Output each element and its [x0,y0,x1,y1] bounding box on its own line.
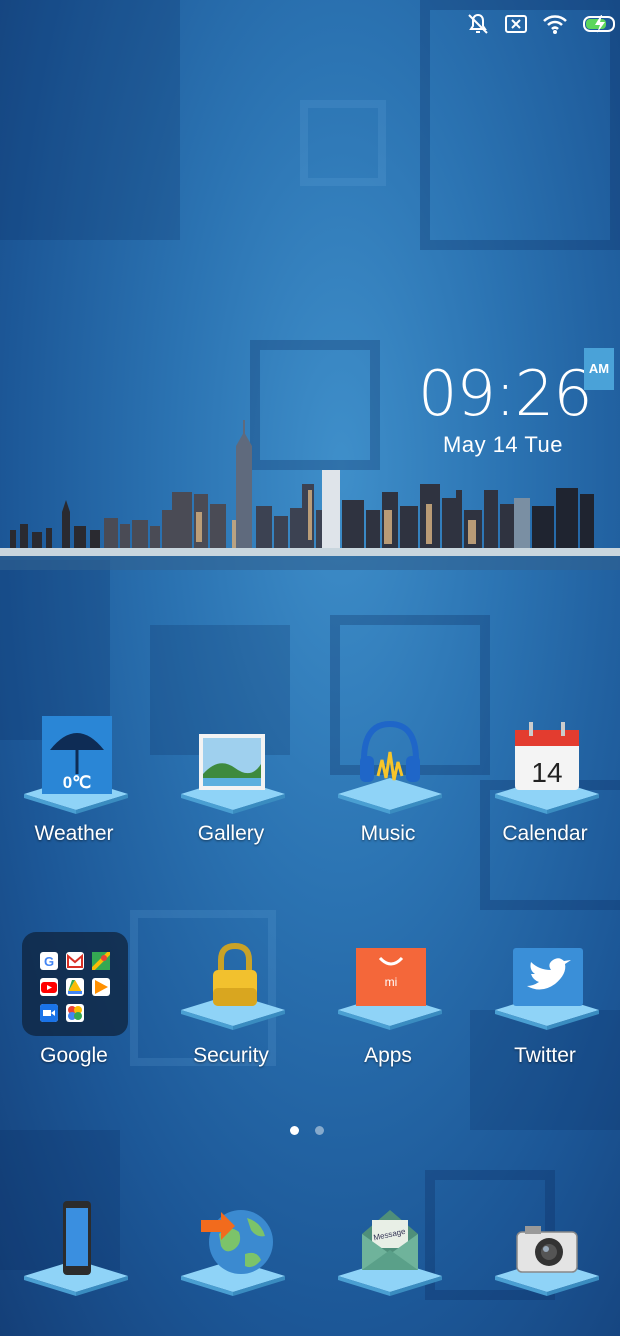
app-calendar[interactable]: 14 Calendar [475,714,615,864]
app-label: Music [360,822,416,845]
bg-tile [0,560,110,740]
wifi-icon [543,15,567,34]
app-gallery[interactable]: Gallery [161,714,301,864]
app-apps[interactable]: mi Apps [318,930,458,1080]
app-twitter[interactable]: Twitter [475,930,615,1080]
app-security[interactable]: Security [161,930,301,1080]
app-google[interactable]: Google [4,930,144,1080]
calendar-day: 14 [531,757,562,788]
app-label: Calendar [502,822,588,845]
dock-phone[interactable] [4,1196,144,1306]
app-label: Google [40,1044,108,1067]
city-skyline-illustration [0,420,620,570]
gallery-icon [199,734,265,790]
mute-icon [468,13,488,34]
app-label: Weather [34,822,114,845]
calendar-icon: 14 [515,722,579,790]
dock-messaging[interactable]: Message [318,1196,458,1306]
app-label: Twitter [514,1044,576,1067]
ampm-badge: AM [584,348,614,390]
battery-charging-icon [583,15,615,33]
app-label: Gallery [197,822,265,845]
dock-camera[interactable] [475,1196,615,1306]
page-dot-2[interactable] [315,1126,324,1135]
sim-disabled-icon [505,15,527,33]
mi-store-icon: mi [356,948,426,1006]
mi-logo-text: mi [385,975,398,989]
browser-globe-icon [201,1210,273,1274]
status-bar [466,8,620,40]
bg-tile [300,100,386,186]
page-dot-1[interactable] [290,1126,299,1135]
weather-temp: 0℃ [63,773,92,792]
music-icon [360,720,420,782]
bg-tile [0,0,180,240]
app-music[interactable]: Music [318,714,458,864]
app-label: Security [193,1044,269,1067]
camera-icon [516,1226,578,1273]
page-indicator[interactable] [290,1126,324,1135]
phone-icon [63,1201,91,1275]
weather-icon: 0℃ [42,716,112,794]
lock-icon [213,942,257,1006]
dock-browser[interactable] [161,1196,301,1306]
app-label: Apps [364,1044,412,1067]
app-weather[interactable]: 0℃ Weather [4,714,144,864]
twitter-bird-icon [513,948,583,1006]
messaging-envelope-icon: Message [362,1210,418,1270]
